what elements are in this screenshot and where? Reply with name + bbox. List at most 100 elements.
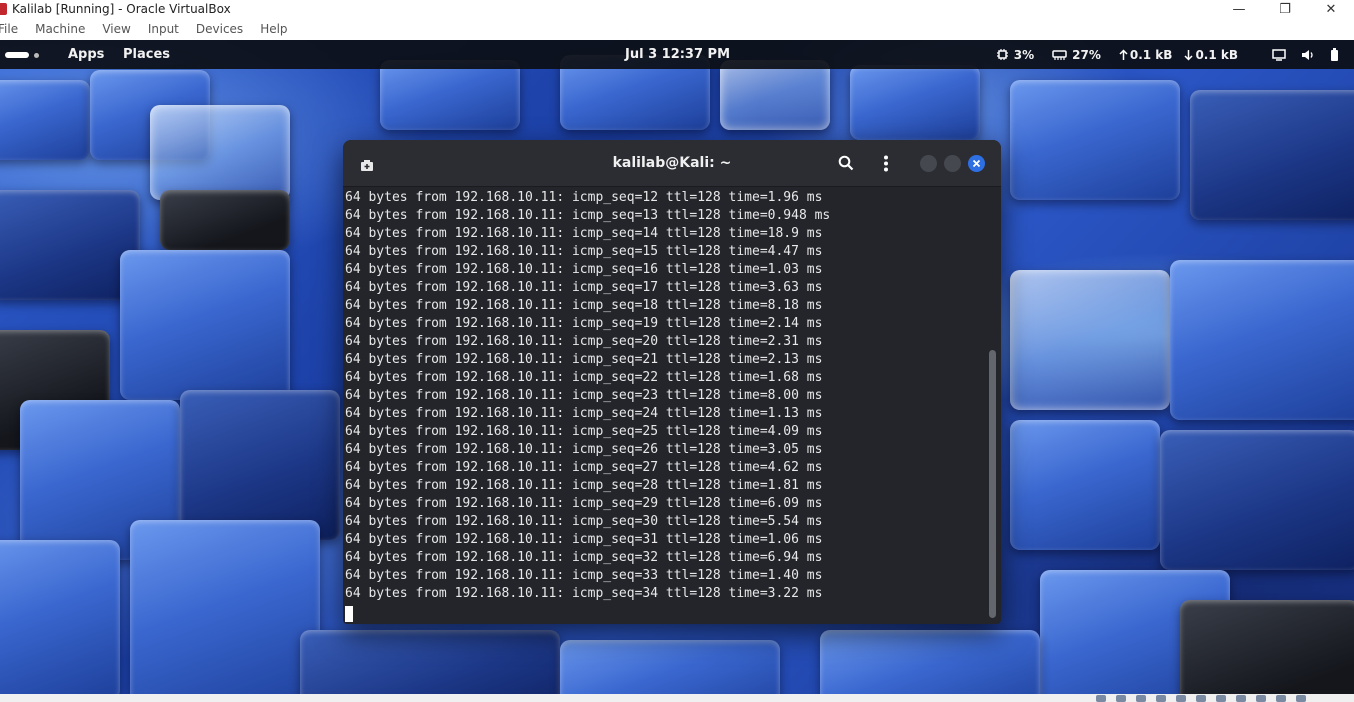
terminal-line: 64 bytes from 192.168.10.11: icmp_seq=29… bbox=[345, 496, 823, 511]
wallpaper-cube bbox=[180, 390, 340, 540]
kebab-menu-icon bbox=[884, 155, 888, 172]
menu-input[interactable]: Input bbox=[148, 22, 179, 36]
apps-menu[interactable]: Apps bbox=[68, 47, 104, 62]
terminal-line: 64 bytes from 192.168.10.11: icmp_seq=27… bbox=[345, 460, 823, 475]
menu-file[interactable]: File bbox=[0, 22, 18, 36]
terminal-line: 64 bytes from 192.168.10.11: icmp_seq=21… bbox=[345, 352, 823, 367]
terminal-menu-button[interactable] bbox=[883, 155, 889, 176]
wallpaper-cube bbox=[380, 60, 520, 130]
terminal-line: 64 bytes from 192.168.10.11: icmp_seq=16… bbox=[345, 262, 823, 277]
display-indicator[interactable] bbox=[1272, 48, 1291, 61]
virtualbox-logo-icon bbox=[0, 3, 7, 15]
close-icon bbox=[972, 159, 981, 168]
wallpaper-cube bbox=[850, 65, 980, 140]
memory-icon bbox=[1052, 49, 1067, 60]
cpu-value: 3% bbox=[1013, 47, 1035, 62]
terminal-line: 64 bytes from 192.168.10.11: icmp_seq=12… bbox=[345, 190, 823, 205]
wallpaper-cube bbox=[1170, 260, 1354, 420]
menu-devices[interactable]: Devices bbox=[196, 22, 243, 36]
host-title-bar: Kalilab [Running] - Oracle VirtualBox — … bbox=[0, 0, 1354, 18]
wallpaper-cube bbox=[150, 105, 290, 200]
upload-indicator[interactable]: 0.1 kB bbox=[1119, 47, 1173, 62]
terminal-output[interactable]: 64 bytes from 192.168.10.11: icmp_seq=12… bbox=[343, 188, 987, 624]
terminal-search-button[interactable] bbox=[838, 155, 854, 175]
memory-indicator[interactable]: 27% bbox=[1052, 48, 1101, 62]
cpu-icon bbox=[996, 49, 1008, 60]
battery-indicator[interactable] bbox=[1330, 47, 1344, 62]
wallpaper-cube bbox=[160, 190, 290, 250]
menu-view[interactable]: View bbox=[102, 22, 130, 36]
workspace-dot-icon[interactable] bbox=[34, 53, 39, 58]
wallpaper-cube bbox=[1010, 80, 1180, 200]
terminal-line: 64 bytes from 192.168.10.11: icmp_seq=34… bbox=[345, 586, 823, 601]
wallpaper-cube bbox=[130, 520, 320, 694]
close-window-icon[interactable]: ✕ bbox=[1308, 0, 1354, 18]
upload-value: 0.1 kB bbox=[1129, 47, 1173, 62]
host-window-controls: — ❐ ✕ bbox=[1216, 0, 1354, 18]
wallpaper-cube bbox=[1180, 600, 1354, 694]
display-icon bbox=[1272, 48, 1286, 61]
restore-icon[interactable]: ❐ bbox=[1262, 0, 1308, 18]
terminal-maximize-button[interactable] bbox=[944, 155, 961, 172]
status-display-icon[interactable] bbox=[1216, 695, 1226, 702]
wallpaper-cube bbox=[560, 640, 780, 694]
status-shared-folder-icon[interactable] bbox=[1196, 695, 1206, 702]
wallpaper-cube bbox=[1010, 420, 1160, 550]
wallpaper-cube bbox=[0, 80, 90, 160]
search-icon bbox=[838, 155, 854, 171]
terminal-line: 64 bytes from 192.168.10.11: icmp_seq=33… bbox=[345, 568, 823, 583]
status-network-icon[interactable] bbox=[1156, 695, 1166, 702]
places-menu[interactable]: Places bbox=[123, 47, 170, 62]
wallpaper-cube bbox=[720, 60, 830, 130]
wallpaper-cube bbox=[820, 630, 1040, 694]
terminal-line: 64 bytes from 192.168.10.11: icmp_seq=14… bbox=[345, 226, 823, 241]
system-tray: 3% 27% 0.1 kB 0.1 kB bbox=[978, 40, 1344, 69]
terminal-cursor bbox=[345, 606, 353, 622]
download-indicator[interactable]: 0.1 kB bbox=[1184, 48, 1238, 62]
terminal-line: 64 bytes from 192.168.10.11: icmp_seq=22… bbox=[345, 370, 823, 385]
terminal-line: 64 bytes from 192.168.10.11: icmp_seq=19… bbox=[345, 316, 823, 331]
terminal-title: kalilab@Kali: ~ bbox=[612, 155, 732, 171]
host-window-title: Kalilab [Running] - Oracle VirtualBox bbox=[12, 2, 231, 16]
status-mouse-icon[interactable] bbox=[1276, 695, 1286, 702]
menu-help[interactable]: Help bbox=[260, 22, 287, 36]
status-audio-icon[interactable] bbox=[1136, 695, 1146, 702]
status-cpu-icon[interactable] bbox=[1256, 695, 1266, 702]
terminal-line: 64 bytes from 192.168.10.11: icmp_seq=23… bbox=[345, 388, 823, 403]
status-keyboard-icon[interactable] bbox=[1296, 695, 1306, 702]
panel-clock[interactable]: Jul 3 12:37 PM bbox=[625, 47, 730, 62]
battery-icon bbox=[1331, 47, 1338, 61]
status-optical-icon[interactable] bbox=[1116, 695, 1126, 702]
top-panel: Apps Places Jul 3 12:37 PM 3% 27% 0.1 kB… bbox=[0, 40, 1354, 69]
status-usb-icon[interactable] bbox=[1176, 695, 1186, 702]
status-recording-icon[interactable] bbox=[1236, 695, 1246, 702]
menu-machine[interactable]: Machine bbox=[35, 22, 85, 36]
volume-indicator[interactable] bbox=[1301, 49, 1320, 61]
minimize-icon[interactable]: — bbox=[1216, 0, 1262, 18]
wallpaper-cube bbox=[1160, 430, 1354, 570]
wallpaper-cube bbox=[120, 250, 290, 400]
terminal-close-button[interactable] bbox=[968, 155, 985, 172]
terminal-line: 64 bytes from 192.168.10.11: icmp_seq=30… bbox=[345, 514, 823, 529]
terminal-scrollbar-thumb[interactable] bbox=[989, 350, 996, 618]
status-disk-icon[interactable] bbox=[1096, 695, 1106, 702]
terminal-line: 64 bytes from 192.168.10.11: icmp_seq=20… bbox=[345, 334, 823, 349]
arrow-down-icon bbox=[1184, 49, 1193, 61]
terminal-line: 64 bytes from 192.168.10.11: icmp_seq=18… bbox=[345, 298, 823, 313]
wallpaper-cube bbox=[0, 190, 140, 300]
activities-indicator-icon[interactable] bbox=[5, 52, 29, 58]
cpu-indicator[interactable]: 3% bbox=[996, 48, 1034, 62]
volume-icon bbox=[1302, 49, 1313, 60]
wallpaper-cube bbox=[0, 540, 120, 694]
terminal-header-bar[interactable]: kalilab@Kali: ~ bbox=[343, 140, 1001, 187]
terminal-line: 64 bytes from 192.168.10.11: icmp_seq=13… bbox=[345, 208, 831, 223]
arrow-up-icon bbox=[1119, 48, 1128, 60]
terminal-line: 64 bytes from 192.168.10.11: icmp_seq=24… bbox=[345, 406, 823, 421]
host-menu-bar: File Machine View Input Devices Help bbox=[0, 18, 1354, 40]
terminal-line: 64 bytes from 192.168.10.11: icmp_seq=32… bbox=[345, 550, 823, 565]
terminal-minimize-button[interactable] bbox=[920, 155, 937, 172]
terminal-window[interactable]: kalilab@Kali: ~ 64 bytes from 192.168.10… bbox=[343, 140, 1001, 624]
download-value: 0.1 kB bbox=[1195, 47, 1238, 62]
wallpaper-cube bbox=[1190, 90, 1354, 220]
memory-value: 27% bbox=[1072, 47, 1101, 62]
